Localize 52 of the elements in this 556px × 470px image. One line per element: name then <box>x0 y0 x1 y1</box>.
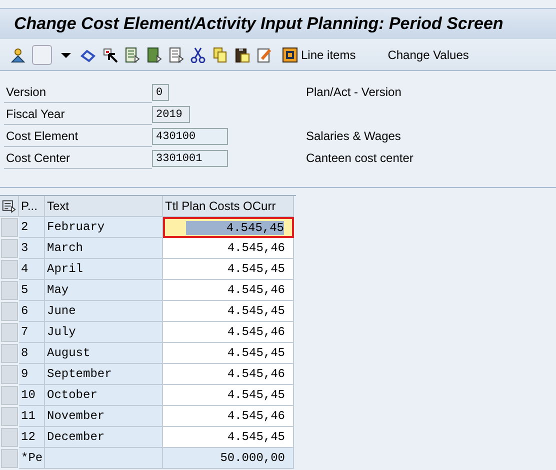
field-label: Version <box>4 82 152 102</box>
table-cell: 12 <box>19 427 45 448</box>
table-cell: 50.000,00 <box>163 448 294 469</box>
table-cell: 9 <box>19 364 45 385</box>
field-description: Salaries & Wages <box>306 129 401 143</box>
input-field[interactable]: 4.545,46 <box>163 322 294 343</box>
column-header[interactable]: Ttl Plan Costs OCurr <box>163 196 294 217</box>
input-field[interactable]: 2019 <box>152 106 190 122</box>
table-cell: *Pe <box>19 448 45 469</box>
field-description: Plan/Act - Version <box>306 85 402 99</box>
field-label: Cost Center <box>4 148 152 168</box>
table-cell: 8 <box>19 343 45 364</box>
table-cell: 11 <box>19 406 45 427</box>
field-label: Fiscal Year <box>4 104 152 124</box>
table-cell: August <box>45 343 163 364</box>
input-field[interactable]: 4.545,45 <box>163 259 294 280</box>
field-description: Canteen cost center <box>306 151 414 165</box>
table-cell: 3 <box>19 238 45 259</box>
window-title: Change Cost Element/Activity Input Planning: Period Screen <box>0 8 556 39</box>
table-cell: 6 <box>19 301 45 322</box>
input-field[interactable]: 4.545,46 <box>163 238 294 259</box>
table-cell: June <box>45 301 163 322</box>
input-field[interactable]: 4.545,45 <box>163 385 294 406</box>
table-cell: 7 <box>19 322 45 343</box>
table-cell: April <box>45 259 163 280</box>
table-cell: October <box>45 385 163 406</box>
table-cell: 4 <box>19 259 45 280</box>
table-cell: July <box>45 322 163 343</box>
table-cell: May <box>45 280 163 301</box>
table-cell: 2 <box>19 217 45 238</box>
column-header[interactable]: P... <box>19 196 45 217</box>
line-items-button[interactable]: Line items <box>278 46 360 62</box>
table-cell: 10 <box>19 385 45 406</box>
table-cell: March <box>45 238 163 259</box>
input-field[interactable]: 430100 <box>152 128 228 144</box>
table-cell: November <box>45 406 163 427</box>
input-field[interactable]: 4.545,45 <box>163 301 294 322</box>
input-field[interactable]: 4.545,46 <box>163 280 294 301</box>
input-field[interactable]: 0 <box>152 84 169 100</box>
input-field[interactable]: 4.545,45 <box>163 343 294 364</box>
table-cell: September <box>45 364 163 385</box>
input-field[interactable]: 4.545,46 <box>163 406 294 427</box>
input-field[interactable]: 4.545,45 <box>163 217 294 238</box>
table-cell: February <box>45 217 163 238</box>
input-field[interactable]: 3301001 <box>152 150 228 166</box>
table-cell: 5 <box>19 280 45 301</box>
input-field[interactable]: 4.545,45 <box>163 427 294 448</box>
field-label: Cost Element <box>4 126 152 146</box>
change-values-button[interactable]: Change Values <box>384 48 473 62</box>
table-cell: December <box>45 427 163 448</box>
column-header[interactable]: Text <box>45 196 163 217</box>
input-field[interactable]: 4.545,46 <box>163 364 294 385</box>
